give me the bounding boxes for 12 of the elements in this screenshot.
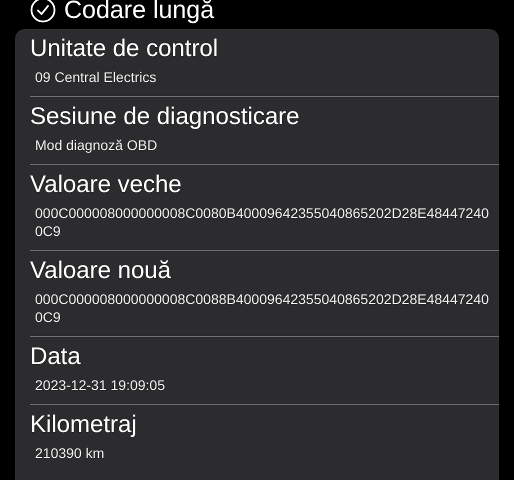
field-value: 210390 km xyxy=(34,444,104,462)
field-label: Data xyxy=(30,342,81,372)
field-label: Valoare nouă xyxy=(30,256,171,286)
field-value: 2023-12-31 19:09:05 xyxy=(34,376,165,394)
field-label: Kilometraj xyxy=(30,410,137,440)
field-label: Sesiune de diagnosticare xyxy=(30,102,300,132)
field-value: 000C000008000000008C0088B40009642355040865202D28E484472400C9 xyxy=(34,290,489,326)
field-label: Valoare veche xyxy=(30,170,182,200)
field-value: 000C000008000000008C0080B40009642355040865202D28E484472400C9 xyxy=(34,204,489,240)
field-value: 09 Central Electrics xyxy=(34,68,156,86)
field-value: Mod diagnoză OBD xyxy=(34,136,158,154)
field-label: Unitate de control xyxy=(30,34,218,64)
